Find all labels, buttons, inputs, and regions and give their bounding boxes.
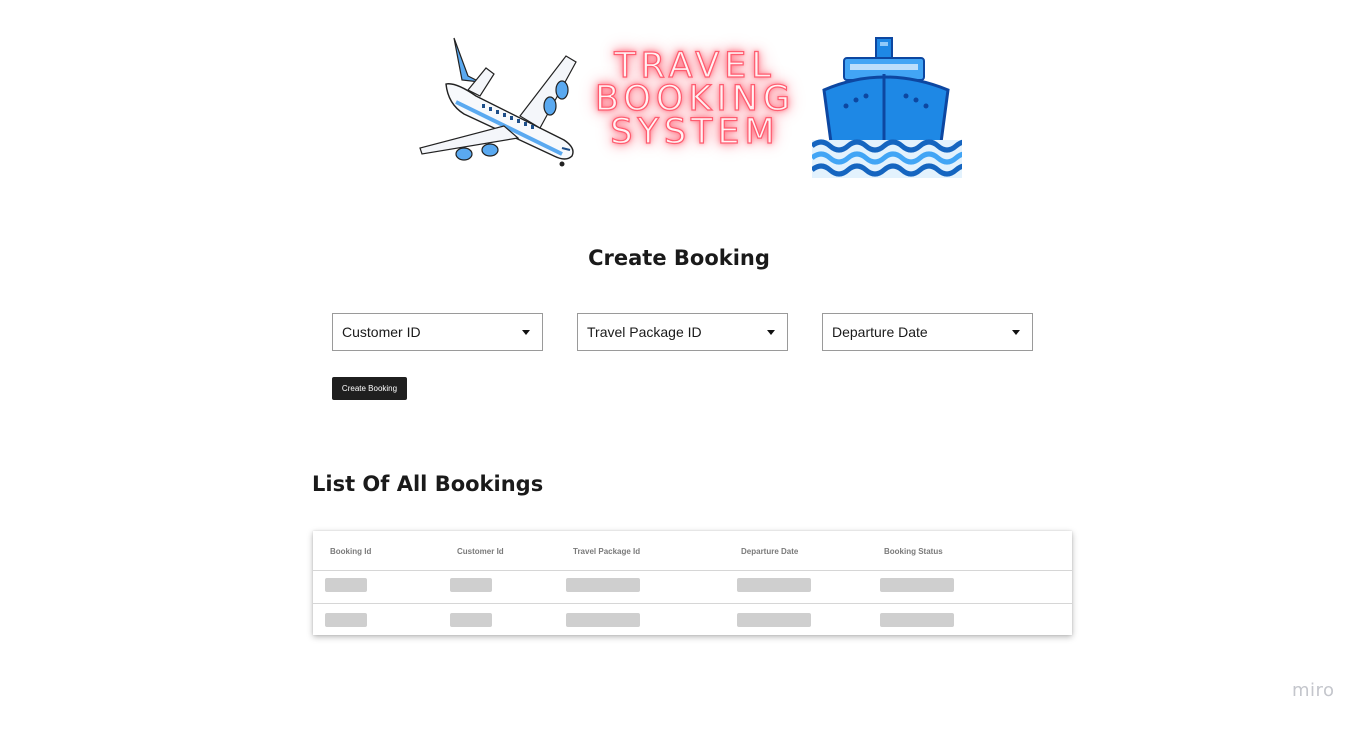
header-banner: TRAVEL BOOKING SYSTEM bbox=[414, 32, 964, 182]
row-divider bbox=[313, 570, 1072, 571]
customer-id-placeholder bbox=[450, 613, 492, 627]
departure-date-placeholder bbox=[737, 578, 811, 592]
column-header-booking-id: Booking Id bbox=[330, 547, 372, 556]
travel-package-id-placeholder bbox=[566, 578, 640, 592]
departure-date-dropdown[interactable]: Departure Date bbox=[822, 313, 1033, 351]
travel-package-id-dropdown[interactable]: Travel Package ID bbox=[577, 313, 788, 351]
airplane-icon bbox=[419, 37, 577, 167]
travel-package-id-label: Travel Package ID bbox=[587, 324, 702, 340]
booking-id-placeholder bbox=[325, 578, 367, 592]
miro-watermark: miro bbox=[1292, 680, 1335, 701]
app-title-neon: TRAVEL BOOKING SYSTEM bbox=[590, 48, 800, 152]
departure-date-label: Departure Date bbox=[832, 324, 928, 340]
create-booking-title: Create Booking bbox=[588, 246, 770, 270]
column-header-travel-package-id: Travel Package Id bbox=[573, 547, 641, 556]
departure-date-placeholder bbox=[737, 613, 811, 627]
customer-id-label: Customer ID bbox=[342, 324, 421, 340]
create-booking-button[interactable]: Create Booking bbox=[332, 377, 407, 400]
caret-down-icon bbox=[767, 330, 775, 335]
ship-icon bbox=[812, 37, 962, 178]
column-header-customer-id: Customer Id bbox=[457, 547, 504, 556]
booking-status-placeholder bbox=[880, 613, 954, 627]
caret-down-icon bbox=[1012, 330, 1020, 335]
title-line-3: SYSTEM bbox=[610, 112, 780, 152]
travel-package-id-placeholder bbox=[566, 613, 640, 627]
customer-id-placeholder bbox=[450, 578, 492, 592]
customer-id-dropdown[interactable]: Customer ID bbox=[332, 313, 543, 351]
column-header-booking-status: Booking Status bbox=[884, 547, 943, 556]
row-divider bbox=[313, 603, 1072, 604]
caret-down-icon bbox=[522, 330, 530, 335]
booking-id-placeholder bbox=[325, 613, 367, 627]
booking-status-placeholder bbox=[880, 578, 954, 592]
bookings-table: Booking Id Customer Id Travel Package Id… bbox=[313, 531, 1072, 635]
bookings-list-title: List Of All Bookings bbox=[312, 472, 544, 496]
column-header-departure-date: Departure Date bbox=[741, 547, 799, 556]
